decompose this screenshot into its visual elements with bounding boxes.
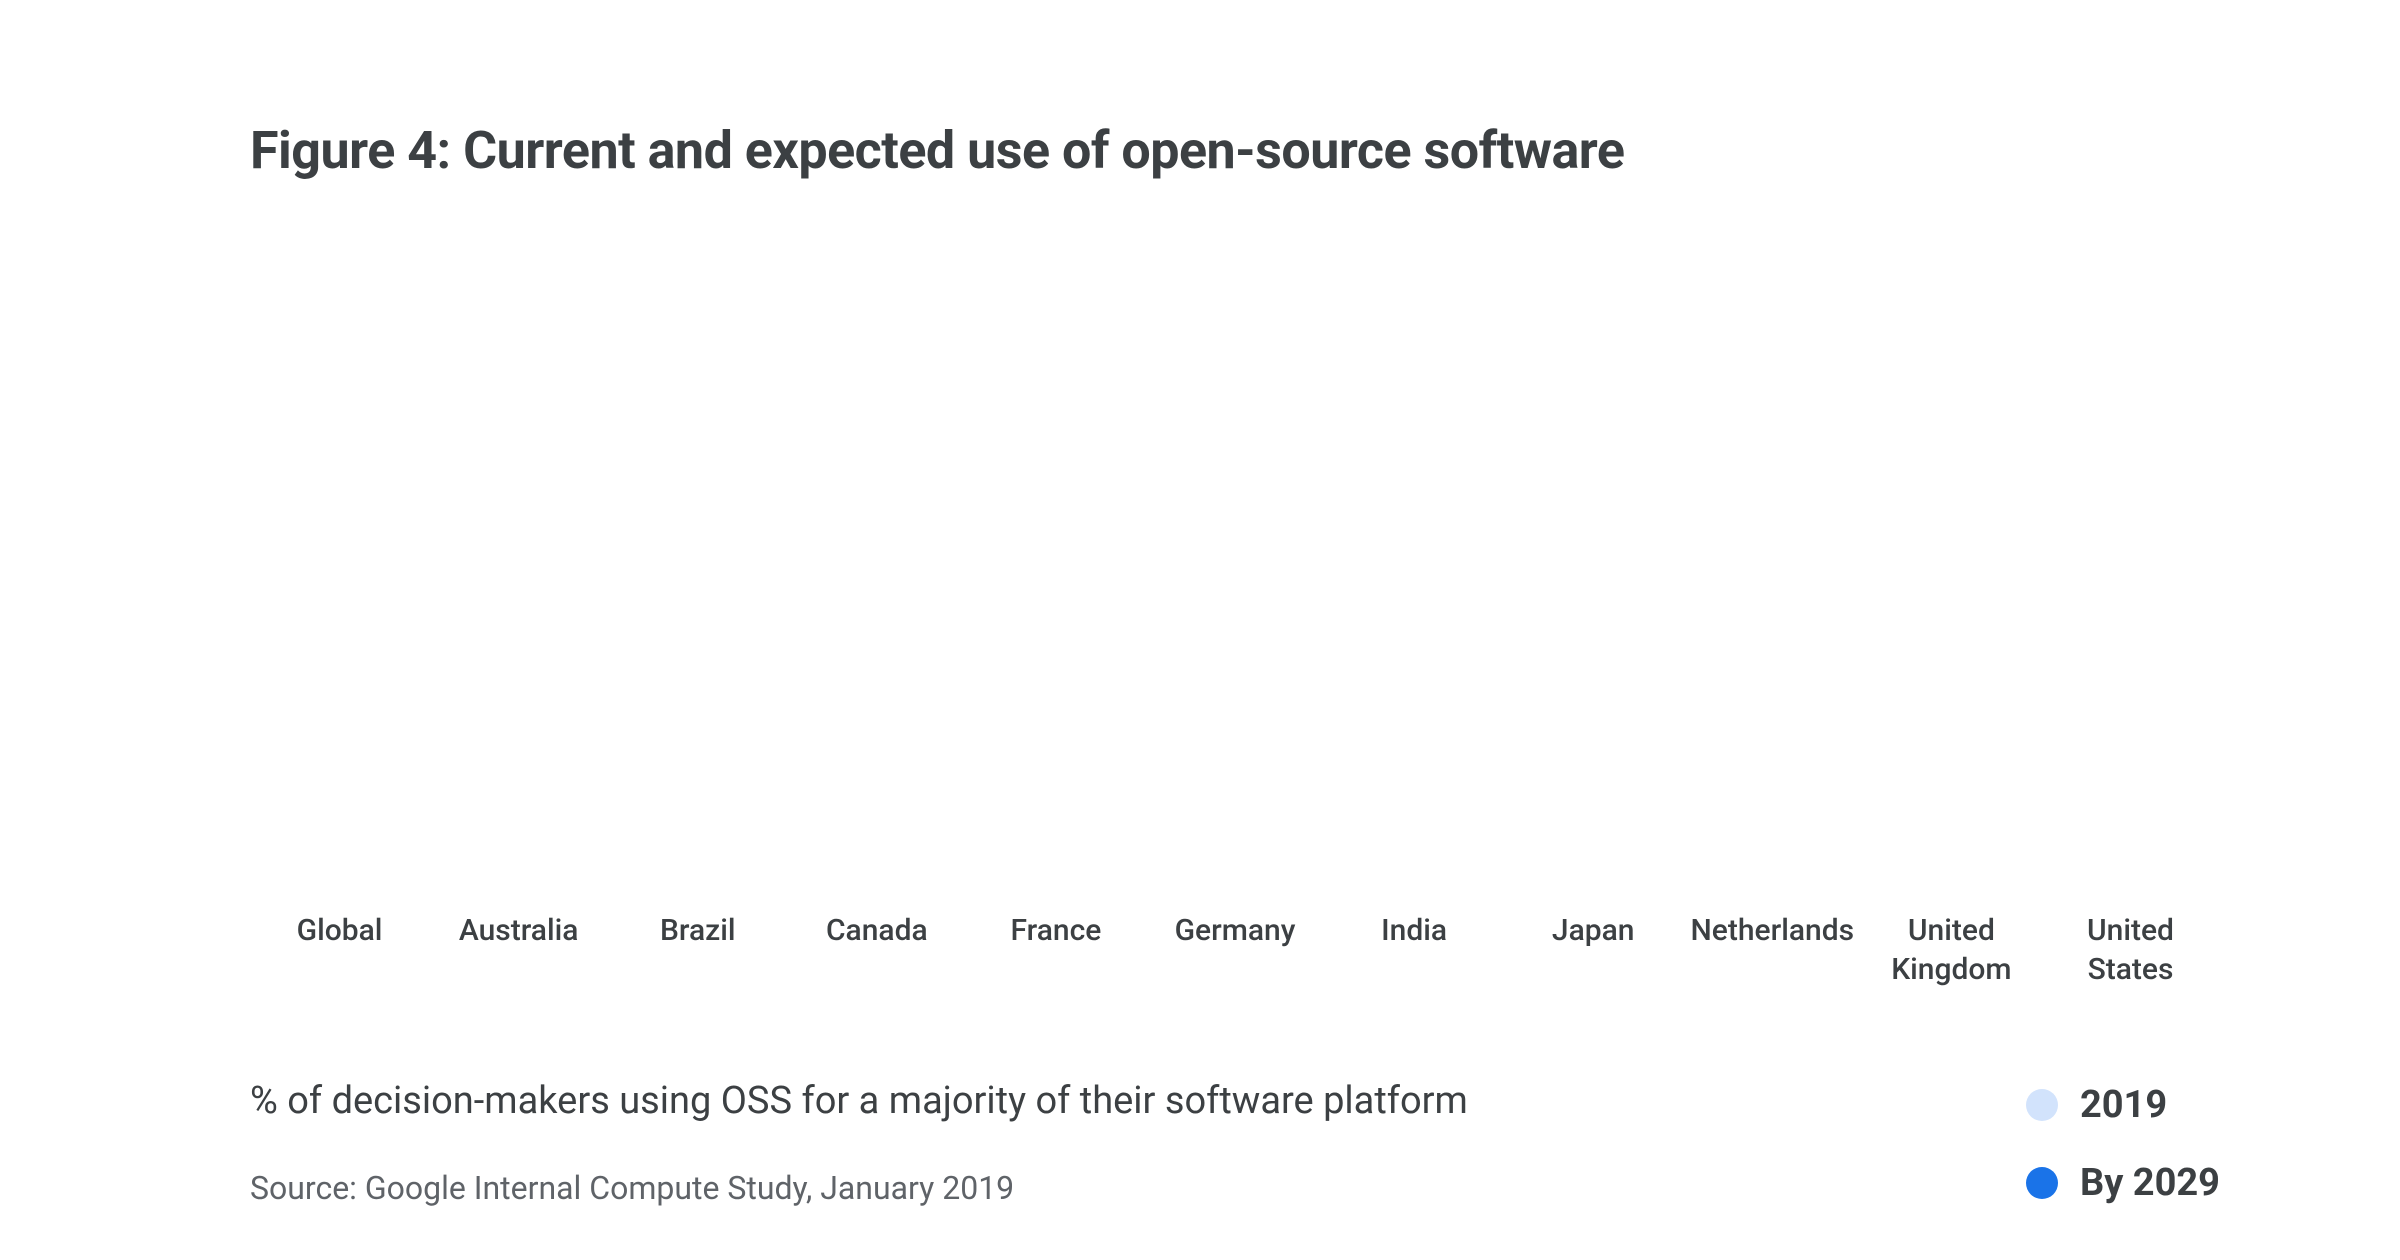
x-tick-label: India [1325, 911, 1504, 989]
plot-area [250, 241, 2220, 881]
x-tick-label: Australia [429, 911, 608, 989]
x-tick-label: United Kingdom [1862, 911, 2041, 989]
chart-source: Source: Google Internal Compute Study, J… [250, 1169, 1468, 1207]
legend-label: 2019 [2080, 1083, 2167, 1127]
legend-item-by-2029: By 2029 [2026, 1161, 2220, 1205]
x-tick-label: Canada [787, 911, 966, 989]
x-tick-label: Germany [1145, 911, 1324, 989]
x-tick-label: Netherlands [1683, 911, 1862, 989]
x-tick-label: France [966, 911, 1145, 989]
x-tick-label: Japan [1504, 911, 1683, 989]
figure-container: Figure 4: Current and expected use of op… [0, 0, 2400, 1260]
footer-left: % of decision-makers using OSS for a maj… [250, 1079, 1468, 1207]
legend-label: By 2029 [2080, 1161, 2220, 1205]
x-tick-label: United States [2041, 911, 2220, 989]
x-tick-label: Brazil [608, 911, 787, 989]
chart-footer: % of decision-makers using OSS for a maj… [250, 1079, 2220, 1207]
legend: 2019 By 2029 [2026, 1079, 2220, 1205]
chart-title: Figure 4: Current and expected use of op… [250, 120, 2220, 181]
legend-swatch-icon [2026, 1089, 2058, 1121]
legend-swatch-icon [2026, 1167, 2058, 1199]
x-axis-categories: Global Australia Brazil Canada France Ge… [250, 911, 2220, 989]
x-tick-label: Global [250, 911, 429, 989]
legend-item-2019: 2019 [2026, 1083, 2220, 1127]
chart-caption: % of decision-makers using OSS for a maj… [250, 1079, 1468, 1123]
